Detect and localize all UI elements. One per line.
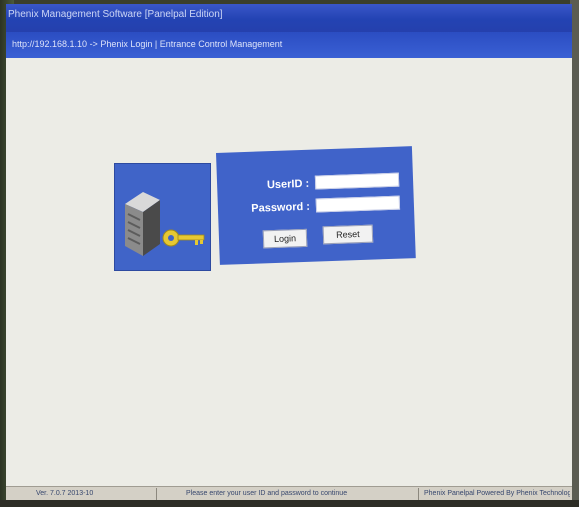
- address-bar[interactable]: http://192.168.1.10 -> Phenix Login | En…: [6, 32, 572, 58]
- status-version: Ver. 7.0.7 2013-10: [36, 490, 94, 497]
- status-zone: Phenix Panelpal Powered By Phenix Techno…: [424, 490, 570, 497]
- status-divider: [418, 488, 419, 500]
- password-input[interactable]: [315, 195, 401, 213]
- browser-window: Phenix Management Software [Panelpal Edi…: [6, 4, 572, 500]
- page-content: UserID : Password : Login Reset: [6, 58, 572, 486]
- status-bar: Ver. 7.0.7 2013-10 Please enter your use…: [6, 486, 572, 500]
- userid-label: UserID :: [266, 177, 310, 192]
- status-divider: [156, 488, 157, 500]
- status-message: Please enter your user ID and password t…: [186, 490, 348, 497]
- window-title: Phenix Management Software [Panelpal Edi…: [8, 9, 223, 20]
- server-with-key-icon: [114, 163, 211, 271]
- photo-frame-bottom: [0, 500, 579, 507]
- password-label: Password :: [251, 200, 311, 215]
- address-text: http://192.168.1.10 -> Phenix Login | En…: [12, 39, 283, 49]
- reset-button[interactable]: Reset: [322, 224, 374, 245]
- login-button[interactable]: Login: [262, 228, 308, 249]
- login-form: UserID : Password : Login Reset: [216, 146, 416, 265]
- title-bar: Phenix Management Software [Panelpal Edi…: [6, 4, 572, 32]
- userid-input[interactable]: [314, 172, 400, 190]
